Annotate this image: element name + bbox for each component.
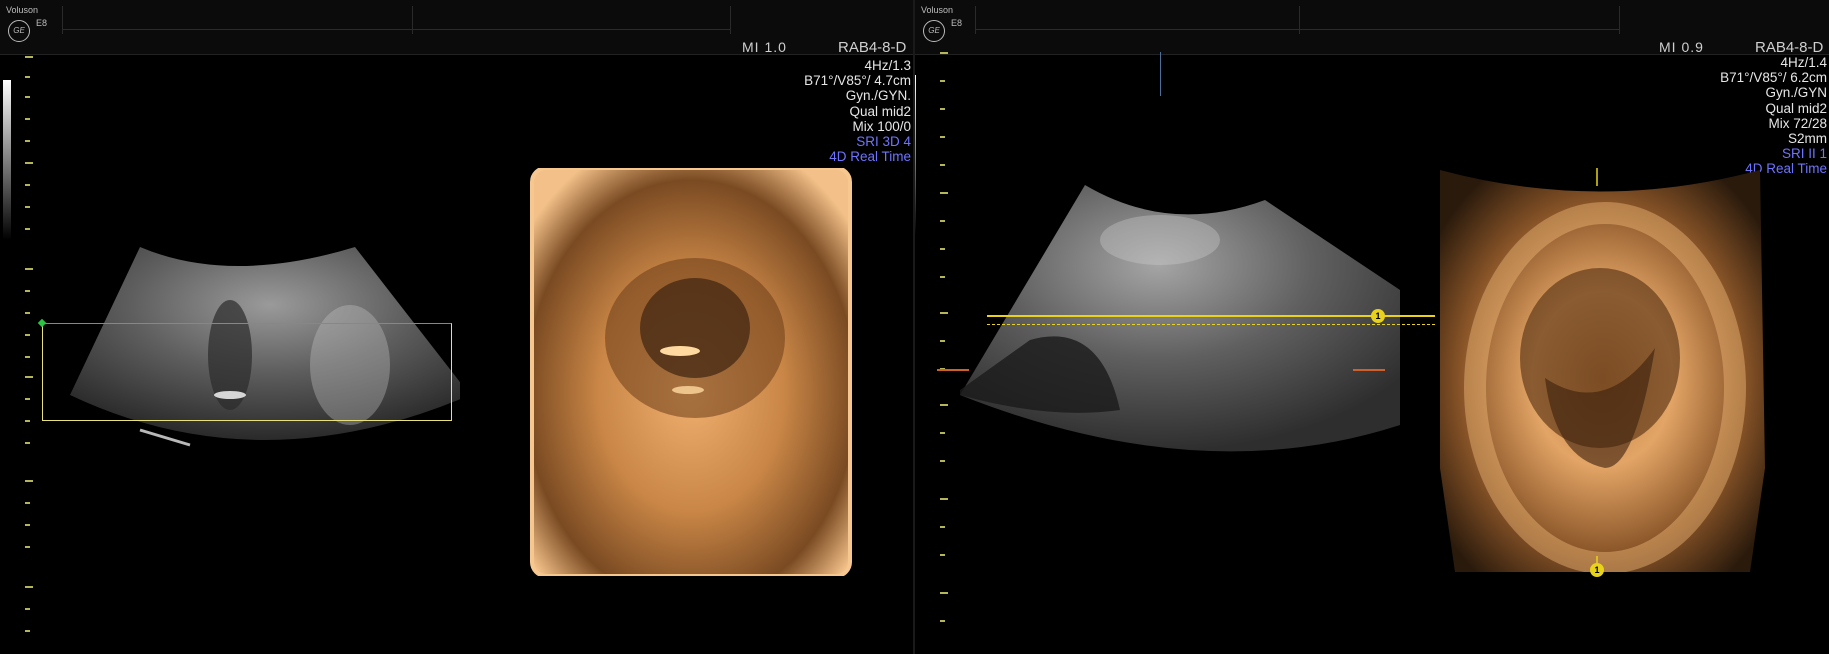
right-header-bar: Voluson GE E8 MI 0.9 RAB4-8-D xyxy=(915,0,1829,56)
right-plane-line-solid[interactable] xyxy=(987,315,1435,317)
right-mi-readout: MI 0.9 xyxy=(1659,39,1704,55)
right-scan-plane-line xyxy=(1160,52,1161,96)
left-3d-render-image xyxy=(530,168,852,576)
right-model-label: E8 xyxy=(951,18,963,28)
left-param-angle: B71°/V85°/ 4.7cm xyxy=(804,73,911,89)
left-probe-label: RAB4-8-D xyxy=(838,39,907,56)
right-param-angle: B71°/V85°/ 6.2cm xyxy=(1720,70,1827,86)
left-param-sri: SRI 3D 4 xyxy=(856,134,911,150)
left-mi-readout: MI 1.0 xyxy=(742,39,787,55)
right-render-marker-1[interactable]: 1 xyxy=(1590,563,1604,577)
right-param-quality: Qual mid2 xyxy=(1765,100,1827,116)
left-roi-box[interactable] xyxy=(42,323,452,421)
right-brand-label: Voluson xyxy=(921,5,954,15)
left-param-freq: 4Hz/1.3 xyxy=(864,58,911,73)
right-param-freq: 4Hz/1.4 xyxy=(1780,55,1827,70)
left-param-preset: Gyn./GYN. xyxy=(845,88,911,104)
left-param-mode: 4D Real Time xyxy=(829,149,911,165)
right-plane-line-dashed xyxy=(987,324,1435,325)
right-grayscale-bar xyxy=(915,75,916,235)
left-grayscale-bar xyxy=(3,80,11,240)
right-probe-label: RAB4-8-D xyxy=(1755,39,1824,56)
right-axis-marker-left xyxy=(937,369,969,371)
left-param-list: 4Hz/1.3 B71°/V85°/ 4.7cm Gyn./GYN. Qual … xyxy=(804,58,911,164)
right-plane-marker-1[interactable]: 1 xyxy=(1371,309,1385,323)
right-ge-logo-icon: GE xyxy=(923,20,945,42)
right-header-cell xyxy=(1619,6,1686,34)
left-brand-label: Voluson xyxy=(6,5,39,15)
left-model-label: E8 xyxy=(36,18,48,28)
left-viewport[interactable]: Voluson GE E8 MI 1.0 RAB4-8-D 4Hz/1.3 B7… xyxy=(0,0,913,654)
right-param-preset: Gyn./GYN xyxy=(1765,85,1827,101)
right-depth-ruler xyxy=(940,52,948,652)
right-param-sri: SRI II 1 xyxy=(1781,146,1827,162)
left-param-mix: Mix 100/0 xyxy=(852,118,911,134)
right-viewport[interactable]: Voluson GE E8 MI 0.9 RAB4-8-D 4Hz/1.4 B7… xyxy=(915,0,1829,654)
right-2d-sector-image xyxy=(960,185,1400,452)
left-header-cell xyxy=(730,6,791,34)
right-param-slice: S2mm xyxy=(1787,131,1827,147)
right-axis-marker-right xyxy=(1353,369,1385,371)
right-param-mix: Mix 72/28 xyxy=(1768,115,1827,131)
left-ge-logo-icon: GE xyxy=(8,20,30,42)
left-header-bar: Voluson GE E8 MI 1.0 RAB4-8-D xyxy=(0,0,913,56)
left-param-quality: Qual mid2 xyxy=(849,103,911,119)
right-param-list: 4Hz/1.4 B71°/V85°/ 6.2cm Gyn./GYN Qual m… xyxy=(1720,55,1827,177)
right-3d-render-image xyxy=(1440,168,1765,572)
